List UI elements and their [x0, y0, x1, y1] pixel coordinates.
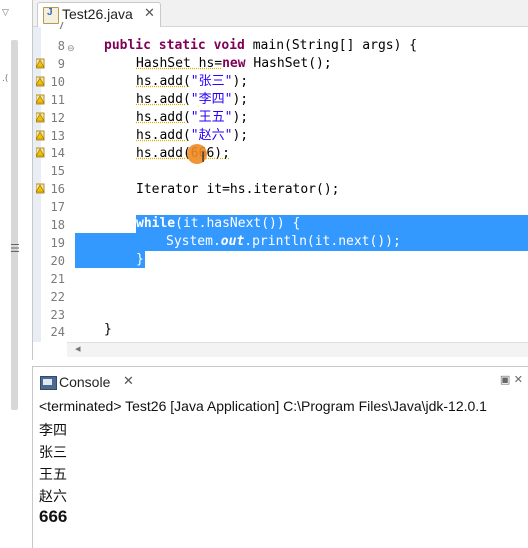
code-line-8: public static void main(String[] args) { [104, 38, 418, 53]
code-line-14: hs.add(666); [136, 146, 230, 161]
horizontal-scrollbar[interactable]: ◂ [67, 342, 528, 357]
console-output-line: 李四 [39, 422, 67, 438]
console-icon [40, 376, 57, 390]
gutter-row: 17 [33, 198, 528, 216]
console-view: Console ✕ ▣ ✕ <terminated> Test26 [Java … [32, 366, 528, 548]
code-editor[interactable]: J Test26.java ✕ 7 8 ⊖ 9 10 11 12 13 14 15 16 17 18 1… [32, 0, 528, 360]
code-line: 7 [33, 22, 528, 32]
line-number: 7 [57, 22, 65, 32]
console-output-line: 赵六 [39, 488, 67, 504]
left-scrollbar[interactable] [11, 40, 18, 410]
tab-label: Test26.java [62, 6, 133, 22]
gutter-row: 22 [33, 288, 528, 306]
minimize-chevron-icon[interactable]: ▽ [2, 8, 9, 18]
console-output-line: 张三 [39, 444, 67, 460]
gutter-row: 15 [33, 162, 528, 180]
code-line-9: HashSet hs=new HashSet(); [136, 56, 332, 71]
code-line-18: while(it.hasNext()) { [136, 216, 301, 231]
gutter-row: 21 [33, 270, 528, 288]
console-status-header: <terminated> Test26 [Java Application] C… [39, 398, 487, 414]
left-panel: ▽ .( ☰ [0, 0, 32, 547]
partial-text: .( [2, 74, 9, 84]
scroll-left-icon[interactable]: ◂ [75, 342, 81, 355]
tab-console[interactable]: Console ✕ [37, 371, 141, 395]
console-tab-label: Console [59, 374, 111, 390]
code-line-13: hs.add("赵六"); [136, 128, 249, 143]
console-toolbar-icons[interactable]: ▣ ✕ [500, 373, 523, 386]
code-line-20: } [136, 252, 144, 267]
sash-grip-icon[interactable]: ☰ [10, 242, 20, 255]
code-line-12: hs.add("王五"); [136, 110, 249, 125]
text-cursor-icon: I [201, 150, 206, 166]
tab-close-icon[interactable]: ✕ [144, 5, 155, 21]
code-line-11: hs.add("李四"); [136, 92, 249, 107]
code-line-19: System.out.println(it.next()); [166, 234, 401, 249]
code-line-10: hs.add("张三"); [136, 74, 249, 89]
code-line-24: } [104, 322, 112, 337]
console-output-line: 666 [39, 507, 68, 526]
console-close-icon[interactable]: ✕ [123, 373, 134, 389]
console-output-line: 王五 [39, 466, 67, 482]
code-line-16: Iterator it=hs.iterator(); [136, 182, 340, 197]
